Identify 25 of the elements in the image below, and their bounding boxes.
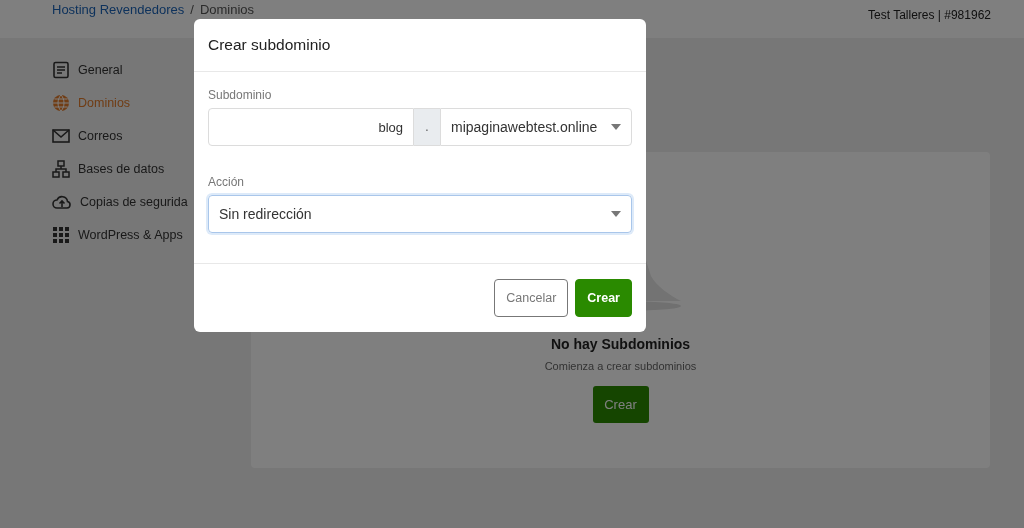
- domain-select[interactable]: mipaginawebtest.online: [440, 108, 632, 146]
- cloud-upload-icon: [52, 193, 72, 211]
- sitemap-icon: [52, 160, 70, 178]
- empty-title: No hay Subdominios: [550, 336, 691, 352]
- breadcrumb-separator: /: [190, 2, 194, 17]
- field-label: Subdominio: [208, 88, 273, 102]
- caret-icon: [611, 211, 621, 217]
- dialog-title: Crear subdominio: [208, 36, 331, 54]
- separator-addon: .: [414, 108, 440, 146]
- action-select[interactable]: Sin redirección: [208, 195, 632, 233]
- globe-icon: [52, 94, 70, 112]
- breadcrumb-current: Dominios: [199, 2, 255, 17]
- create-button[interactable]: Crear: [592, 386, 649, 423]
- breadcrumb-link[interactable]: Hosting Revendedores: [52, 2, 185, 17]
- document-icon: [52, 61, 70, 79]
- account-label: Test Talleres | #981962: [868, 8, 991, 23]
- create-button[interactable]: Crear: [575, 279, 632, 317]
- envelope-icon: [52, 127, 70, 145]
- field-label: Acción: [208, 175, 246, 189]
- sidebar-item[interactable]: General: [52, 59, 251, 81]
- subdomain-input[interactable]: blog: [208, 108, 414, 146]
- caret-icon: [611, 124, 621, 130]
- grid-icon: [52, 226, 70, 244]
- empty-subtitle: Comienza a crear subdominios: [544, 360, 697, 372]
- cancel-button[interactable]: Cancelar: [494, 279, 569, 317]
